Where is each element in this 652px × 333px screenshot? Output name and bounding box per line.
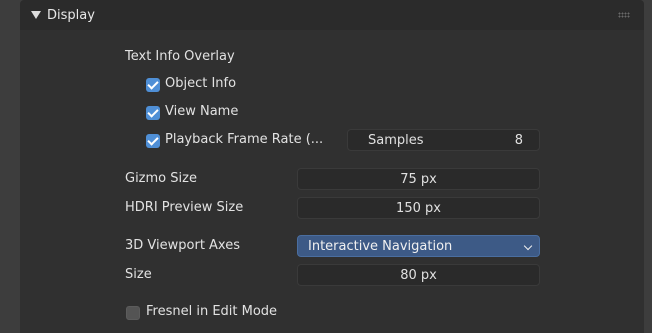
axes-size-label: Size bbox=[125, 267, 152, 282]
samples-field[interactable]: Samples 8 bbox=[347, 129, 540, 151]
gizmo-size-value: 75 px bbox=[400, 171, 437, 187]
viewport-axes-dropdown[interactable]: Interactive Navigation bbox=[297, 235, 540, 257]
axes-size-field[interactable]: 80 px bbox=[297, 264, 540, 286]
view-name-label[interactable]: View Name bbox=[165, 104, 238, 119]
panel-body: Text Info Overlay Object Info View Name … bbox=[20, 30, 644, 333]
samples-value: 8 bbox=[514, 132, 523, 148]
object-info-label[interactable]: Object Info bbox=[165, 76, 236, 91]
chevron-down-icon bbox=[523, 241, 533, 251]
viewport-axes-value: Interactive Navigation bbox=[308, 238, 453, 254]
object-info-checkbox[interactable] bbox=[146, 78, 160, 92]
drag-grip-icon[interactable] bbox=[618, 12, 630, 18]
panel-header-display[interactable]: Display bbox=[20, 0, 644, 30]
playback-frame-rate-checkbox[interactable] bbox=[146, 134, 160, 148]
hdri-preview-size-field[interactable]: 150 px bbox=[297, 197, 540, 219]
viewport-axes-label: 3D Viewport Axes bbox=[125, 238, 241, 253]
gizmo-size-label: Gizmo Size bbox=[125, 171, 197, 186]
fresnel-label[interactable]: Fresnel in Edit Mode bbox=[146, 304, 277, 319]
text-info-overlay-heading: Text Info Overlay bbox=[125, 49, 235, 64]
fresnel-checkbox[interactable] bbox=[126, 306, 140, 320]
panel-title: Display bbox=[47, 7, 95, 23]
samples-label: Samples bbox=[368, 132, 424, 148]
triangle-down-icon[interactable] bbox=[31, 11, 41, 19]
gizmo-size-field[interactable]: 75 px bbox=[297, 168, 540, 190]
axes-size-value: 80 px bbox=[400, 267, 437, 283]
playback-frame-rate-label[interactable]: Playback Frame Rate (... bbox=[165, 132, 323, 147]
hdri-preview-size-label: HDRI Preview Size bbox=[125, 200, 244, 215]
hdri-preview-size-value: 150 px bbox=[396, 200, 441, 216]
view-name-checkbox[interactable] bbox=[146, 106, 160, 120]
